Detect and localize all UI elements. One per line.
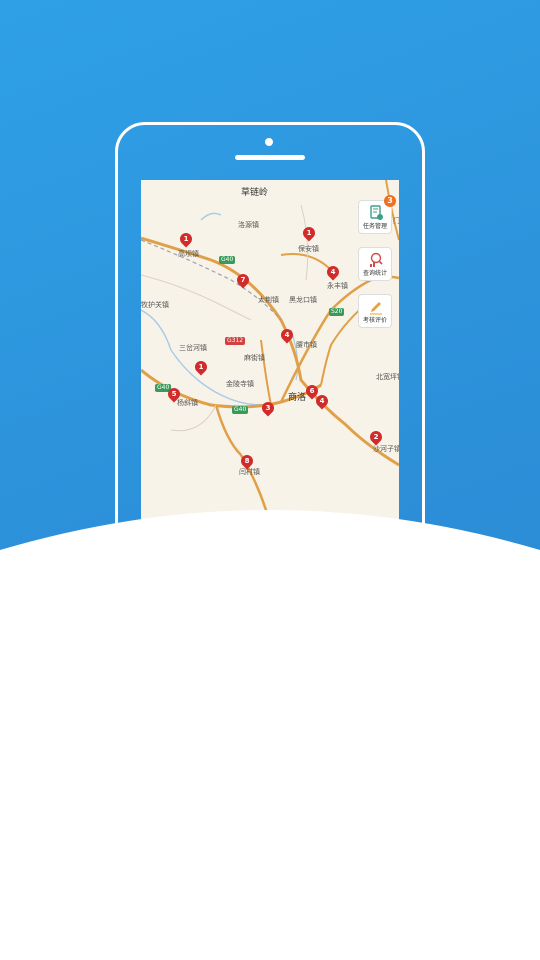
white-curve-overlay xyxy=(0,510,540,960)
